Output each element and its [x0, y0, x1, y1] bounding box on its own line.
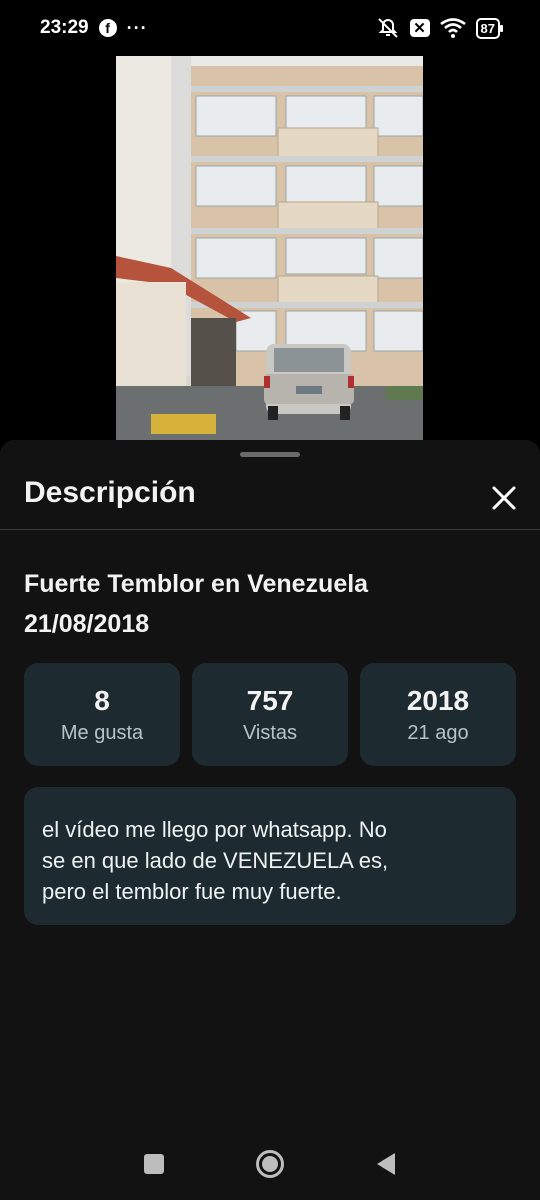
- description-box[interactable]: el vídeo me llego por whatsapp. No se en…: [24, 787, 516, 925]
- drag-handle[interactable]: [240, 452, 300, 457]
- sheet-title: Descripción: [24, 476, 196, 509]
- description-text: el vídeo me llego por whatsapp. No se en…: [42, 814, 498, 907]
- mute-vibrate-icon: [376, 17, 400, 39]
- close-button[interactable]: [484, 478, 524, 518]
- stat-date: 2018 21 ago: [360, 663, 516, 766]
- video-title-line: 21/08/2018: [24, 610, 150, 638]
- system-nav-bar: [0, 1136, 540, 1192]
- stat-likes: 8 Me gusta: [24, 663, 180, 766]
- video-frame-image: [116, 56, 423, 440]
- video-title: Fuerte Temblor en Venezuela 21/08/2018: [24, 564, 504, 644]
- stat-value: 757: [246, 685, 294, 716]
- stat-label: Me gusta: [60, 722, 144, 744]
- description-line: pero el temblor fue muy fuerte.: [42, 879, 342, 904]
- stat-label: 21 ago: [407, 722, 469, 744]
- stats-row: 8 Me gusta 757 Vistas 2018 21 ago: [24, 663, 516, 766]
- close-box-icon: ✕: [409, 19, 430, 37]
- description-line: el vídeo me llego por whatsapp. No: [42, 817, 387, 842]
- more-notifications-icon: ···: [126, 17, 148, 38]
- back-button[interactable]: [375, 1152, 397, 1176]
- stat-views: 757 Vistas: [192, 663, 348, 766]
- divider: [0, 529, 540, 530]
- home-button[interactable]: [255, 1149, 285, 1179]
- clock: 23:29: [40, 17, 89, 38]
- stat-label: Vistas: [242, 722, 298, 744]
- facebook-icon: f: [98, 19, 117, 37]
- back-triangle-icon: [377, 1153, 395, 1175]
- video-player[interactable]: [116, 56, 423, 440]
- recents-square-icon: [144, 1154, 164, 1174]
- description-line: se en que lado de VENEZUELA es,: [42, 848, 389, 873]
- stat-value: 8: [94, 685, 110, 716]
- wifi-icon: [439, 18, 466, 38]
- description-sheet: Descripción Fuerte Temblor en Venezuela …: [0, 440, 540, 1200]
- recents-button[interactable]: [143, 1153, 165, 1175]
- stat-value: 2018: [406, 685, 470, 716]
- sheet-header: Descripción: [0, 470, 540, 528]
- battery-indicator: 87: [475, 17, 504, 39]
- status-bar: 23:29 f ··· ✕ 87: [0, 0, 540, 56]
- status-left: 23:29 f ···: [40, 17, 148, 39]
- close-icon: [492, 486, 516, 510]
- video-title-line: Fuerte Temblor en Venezuela: [24, 570, 369, 598]
- home-circle-icon: [256, 1150, 284, 1178]
- status-right: ✕ 87: [376, 17, 504, 39]
